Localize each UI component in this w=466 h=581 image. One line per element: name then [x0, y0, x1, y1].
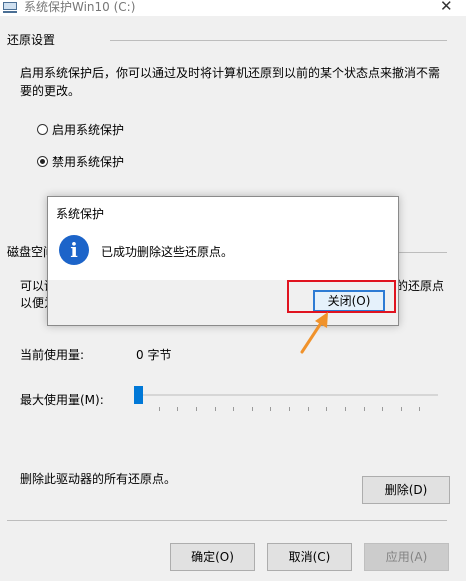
slider-tick	[419, 407, 420, 411]
radio-button[interactable]	[37, 124, 48, 135]
slider-tick	[401, 407, 402, 411]
slider-tick	[252, 407, 253, 411]
slider-tick	[196, 407, 197, 411]
computer-icon	[3, 2, 17, 13]
slider-tick	[270, 407, 271, 411]
current-usage-value: 0 字节	[136, 348, 172, 362]
ok-button[interactable]: 确定(O)	[170, 543, 255, 571]
slider-tick	[289, 407, 290, 411]
restore-settings-heading: 还原设置	[7, 33, 56, 47]
max-usage-slider-track[interactable]	[138, 394, 438, 396]
restore-description-line1: 启用系统保护后，你可以通过及时将计算机还原到以前的某个状态点来撤消不需	[20, 66, 441, 80]
footer-divider	[7, 520, 447, 521]
slider-tick	[159, 407, 160, 411]
slider-tick	[215, 407, 216, 411]
slider-tick	[382, 407, 383, 411]
radio-label: 禁用系统保护	[52, 155, 125, 169]
cancel-button[interactable]: 取消(C)	[267, 543, 352, 571]
apply-button: 应用(A)	[364, 543, 449, 571]
close-icon[interactable]: ✕	[440, 0, 453, 14]
dialog-message: 已成功删除这些还原点。	[101, 245, 234, 259]
slider-tick	[308, 407, 309, 411]
info-icon: i	[59, 235, 89, 265]
current-usage-label: 当前使用量:	[20, 348, 85, 362]
annotation-arrow-icon	[300, 312, 328, 354]
slider-tick	[345, 407, 346, 411]
window-title: 系统保护Win10 (C:)	[24, 0, 136, 14]
slider-tick	[177, 407, 178, 411]
radio-button-selected[interactable]	[37, 156, 48, 167]
delete-description: 删除此驱动器的所有还原点。	[20, 472, 177, 486]
dialog-title: 系统保护	[56, 207, 105, 221]
restore-description-line2: 要的更改。	[20, 84, 81, 98]
section-divider	[110, 40, 447, 41]
section-divider	[399, 252, 447, 253]
radio-disable-protection[interactable]: 禁用系统保护	[37, 153, 124, 170]
radio-label: 启用系统保护	[52, 123, 125, 137]
title-bar: 系统保护Win10 (C:) ✕	[0, 0, 466, 16]
disk-description-right: 的还原点	[396, 279, 445, 293]
max-usage-slider-thumb[interactable]	[134, 386, 143, 404]
max-usage-label: 最大使用量(M):	[20, 393, 104, 407]
radio-enable-protection[interactable]: 启用系统保护	[37, 121, 124, 138]
slider-tick	[326, 407, 327, 411]
slider-tick	[233, 407, 234, 411]
slider-tick	[364, 407, 365, 411]
delete-button[interactable]: 删除(D)	[362, 476, 450, 504]
